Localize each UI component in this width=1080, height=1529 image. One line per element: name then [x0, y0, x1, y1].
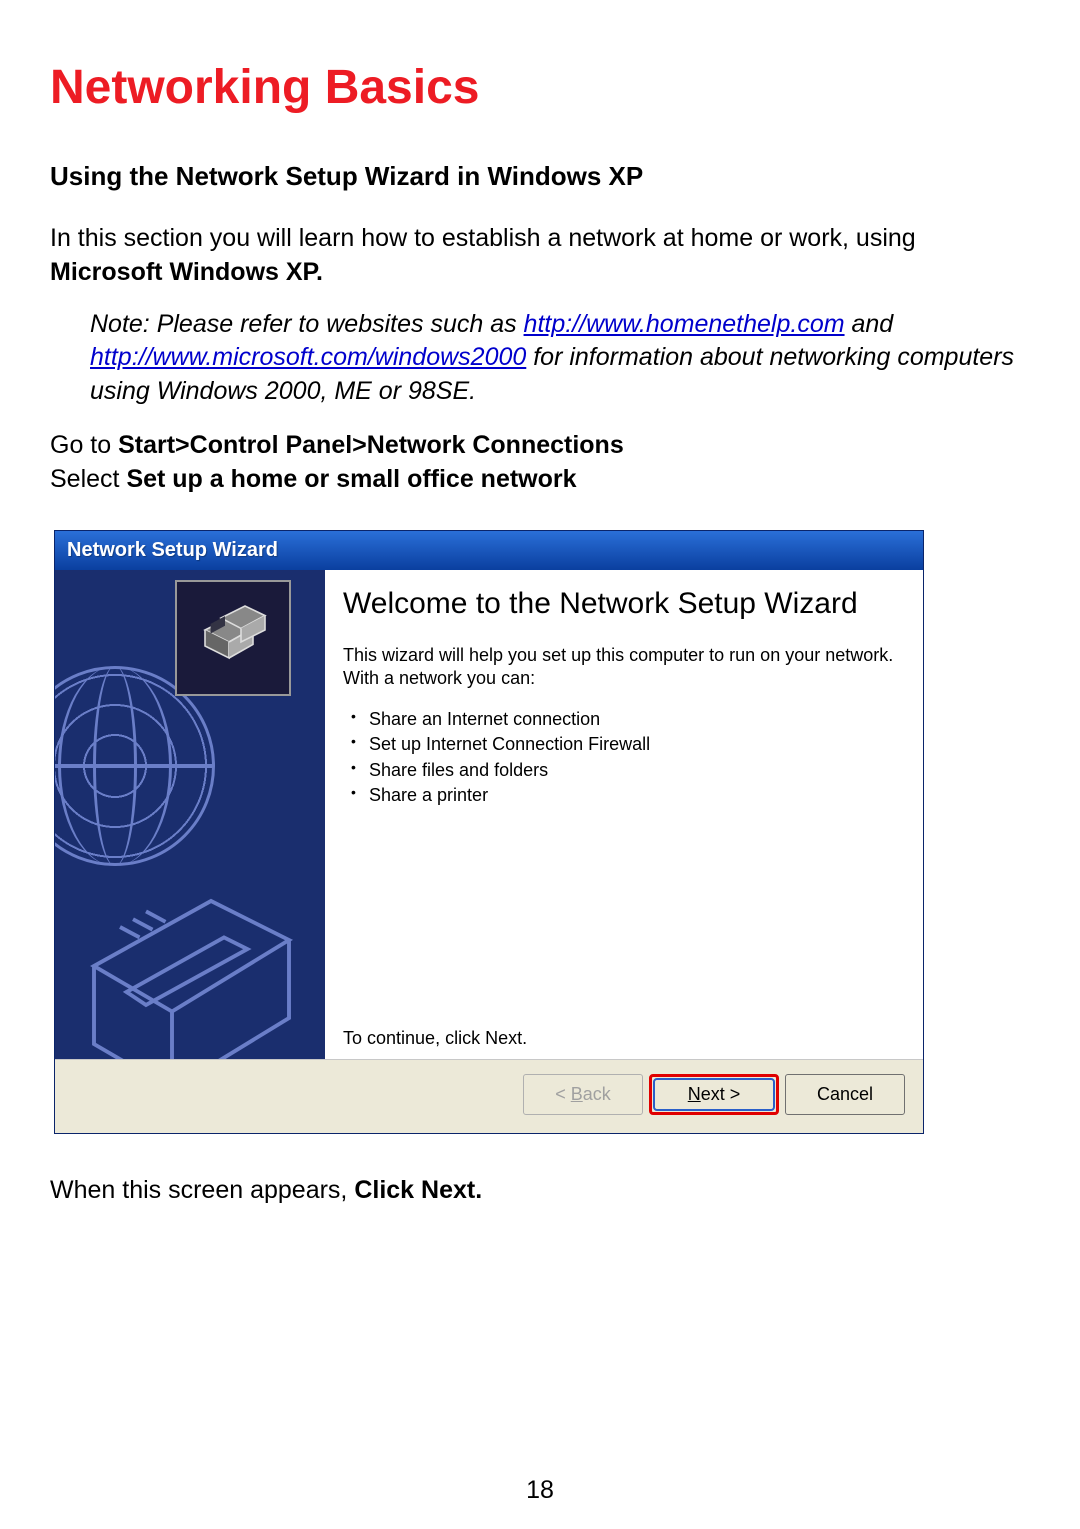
globe-icon	[55, 666, 215, 866]
wizard-bullet: Share a printer	[351, 783, 907, 808]
note-mid: and	[845, 310, 894, 338]
intro-text: In this section you will learn how to es…	[50, 224, 916, 252]
note-prefix: Note: Please refer to websites such as	[90, 310, 524, 338]
wizard-bullet: Share files and folders	[351, 758, 907, 783]
after-instruction: When this screen appears, Click Next.	[50, 1176, 1030, 1205]
step2-bold: Set up a home or small office network	[126, 465, 576, 493]
wizard-body: Welcome to the Network Setup Wizard This…	[55, 570, 923, 1060]
next-button[interactable]: Next >	[654, 1079, 774, 1110]
next-underline: N	[688, 1084, 701, 1104]
wizard-bullet-list: Share an Internet connection Set up Inte…	[351, 707, 907, 808]
page-title: Networking Basics	[50, 60, 1030, 115]
wizard-content: Welcome to the Network Setup Wizard This…	[325, 570, 923, 1059]
printer-icon	[55, 849, 325, 1059]
section-heading: Using the Network Setup Wizard in Window…	[50, 161, 1030, 192]
intro-bold: Microsoft Windows XP.	[50, 258, 323, 286]
wizard-sidebar-graphic	[55, 570, 325, 1059]
wizard-description: This wizard will help you set up this co…	[343, 644, 907, 689]
back-lt: <	[555, 1084, 571, 1104]
note-link-homenethelp[interactable]: http://www.homenethelp.com	[524, 310, 845, 338]
intro-paragraph: In this section you will learn how to es…	[50, 222, 1030, 290]
next-button-highlight: Next >	[649, 1074, 779, 1115]
wizard-button-row: < Back Next > Cancel	[55, 1060, 923, 1133]
back-rest: ack	[583, 1084, 611, 1104]
cancel-button[interactable]: Cancel	[785, 1074, 905, 1115]
wizard-headline: Welcome to the Network Setup Wizard	[343, 586, 907, 622]
wizard-bullet: Share an Internet connection	[351, 707, 907, 732]
step1-bold: Start>Control Panel>Network Connections	[118, 431, 624, 459]
note-link-microsoft[interactable]: http://www.microsoft.com/windows2000	[90, 343, 526, 371]
wizard-window: Network Setup Wizard	[54, 530, 924, 1134]
computers-icon	[175, 580, 291, 696]
steps-paragraph: Go to Start>Control Panel>Network Connec…	[50, 429, 1030, 497]
step1-pre: Go to	[50, 431, 118, 459]
next-rest: ext >	[701, 1084, 741, 1104]
note-paragraph: Note: Please refer to websites such as h…	[90, 308, 1030, 409]
page-number: 18	[0, 1476, 1080, 1505]
wizard-continue-text: To continue, click Next.	[343, 1028, 907, 1049]
back-button: < Back	[523, 1074, 643, 1115]
after-bold: Click Next.	[354, 1176, 482, 1204]
back-underline: B	[571, 1084, 583, 1104]
wizard-bullet: Set up Internet Connection Firewall	[351, 732, 907, 757]
after-pre: When this screen appears,	[50, 1176, 354, 1204]
wizard-titlebar: Network Setup Wizard	[55, 531, 923, 570]
step2-pre: Select	[50, 465, 126, 493]
